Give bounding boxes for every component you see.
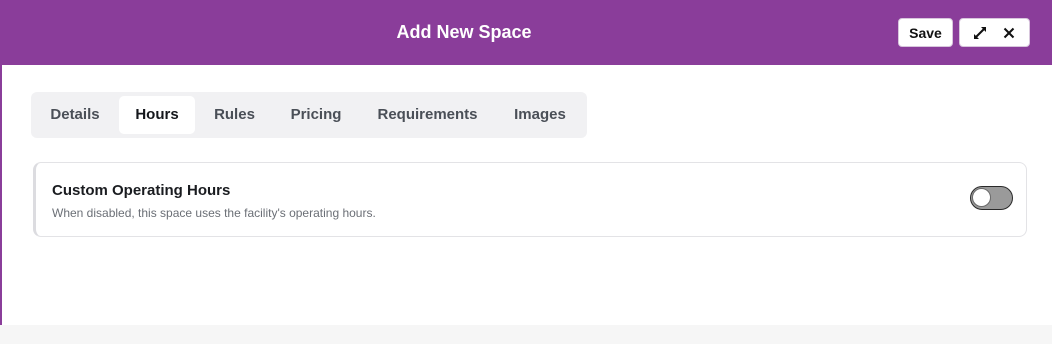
modal-header: Add New Space Save	[2, 0, 1052, 65]
window-controls	[959, 18, 1030, 47]
add-space-modal: Add New Space Save Details Hours Rules P…	[0, 0, 1052, 325]
custom-hours-description: When disabled, this space uses the facil…	[52, 206, 376, 220]
modal-title: Add New Space	[396, 22, 532, 42]
custom-hours-title: Custom Operating Hours	[52, 182, 231, 199]
tab-rules[interactable]: Rules	[199, 96, 270, 134]
tab-pricing[interactable]: Pricing	[274, 96, 358, 134]
tab-bar: Details Hours Rules Pricing Requirements…	[31, 92, 587, 138]
custom-hours-toggle[interactable]	[970, 186, 1013, 210]
tab-details[interactable]: Details	[35, 96, 115, 134]
tab-images[interactable]: Images	[497, 96, 583, 134]
toggle-knob	[972, 188, 991, 207]
custom-hours-card: Custom Operating Hours When disabled, th…	[33, 162, 1027, 237]
close-icon[interactable]	[996, 20, 1022, 46]
tab-requirements[interactable]: Requirements	[362, 96, 493, 134]
tab-hours[interactable]: Hours	[119, 96, 195, 134]
save-button[interactable]: Save	[898, 18, 953, 47]
expand-icon[interactable]	[967, 20, 993, 46]
